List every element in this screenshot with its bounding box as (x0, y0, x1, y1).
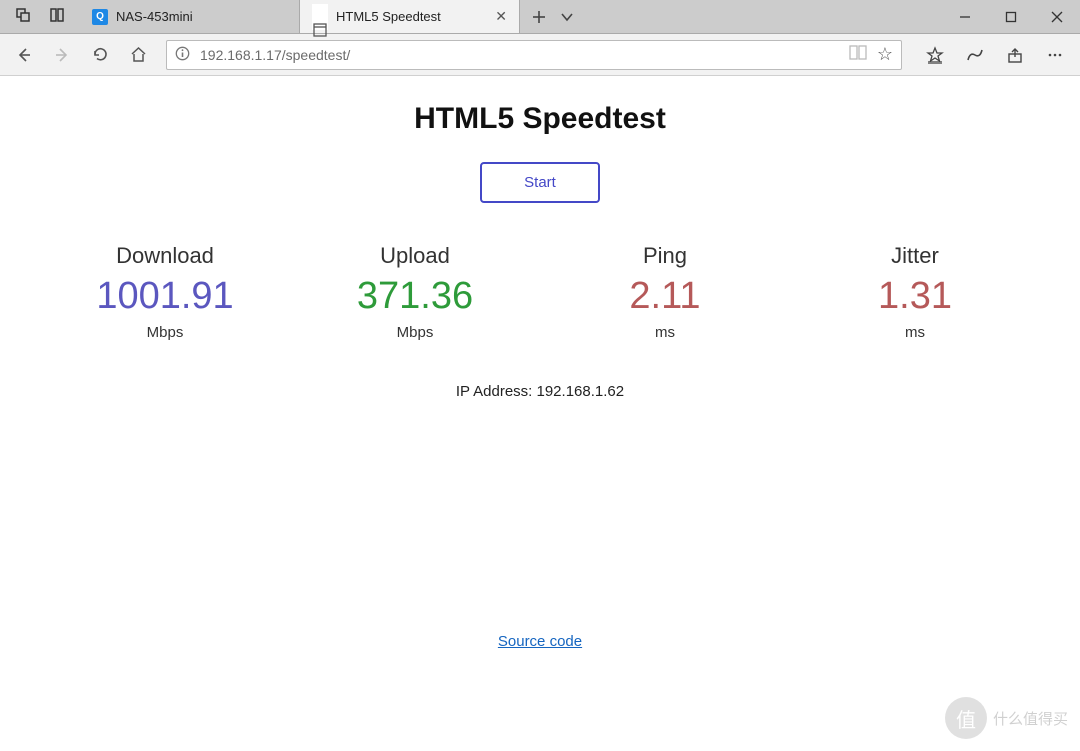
metric-label: Download (40, 243, 290, 269)
ip-address-line: IP Address: 192.168.1.62 (0, 383, 1080, 400)
tab-nas[interactable]: Q NAS-453mini (80, 0, 300, 33)
tab-label: NAS-453mini (116, 9, 287, 24)
metric-label: Upload (290, 243, 540, 269)
refresh-button[interactable] (84, 39, 116, 71)
titlebar-spacer (586, 0, 942, 33)
minimize-button[interactable] (942, 0, 988, 33)
ip-value: 192.168.1.62 (537, 383, 625, 400)
metric-download: Download 1001.91 Mbps (40, 243, 290, 341)
reading-view-icon[interactable] (849, 45, 867, 65)
url-text: 192.168.1.17/speedtest/ (200, 47, 839, 63)
metric-value: 2.11 (540, 275, 790, 318)
tab-actions-icon[interactable] (16, 8, 30, 25)
page-title: HTML5 Speedtest (0, 102, 1080, 136)
metric-unit: Mbps (40, 324, 290, 341)
site-info-icon[interactable] (175, 46, 190, 64)
window-controls (942, 0, 1080, 33)
metric-unit: Mbps (290, 324, 540, 341)
forward-button[interactable] (46, 39, 78, 71)
metric-value: 1.31 (790, 275, 1040, 318)
watermark-icon: 值 (945, 697, 987, 739)
tab-action-buttons (520, 0, 586, 33)
watermark-text: 什么值得买 (993, 708, 1068, 729)
more-icon[interactable] (1038, 39, 1072, 71)
maximize-button[interactable] (988, 0, 1034, 33)
page-icon (312, 4, 328, 30)
metric-label: Jitter (790, 243, 1040, 269)
page-content: HTML5 Speedtest Start Download 1001.91 M… (0, 76, 1080, 751)
watermark: 值 什么值得买 (945, 697, 1068, 739)
tab-speedtest[interactable]: HTML5 Speedtest ✕ (300, 0, 520, 33)
new-tab-icon[interactable] (532, 10, 546, 24)
favorites-icon[interactable] (918, 39, 952, 71)
tab-menu-chevron-icon[interactable] (560, 10, 574, 24)
metrics-row: Download 1001.91 Mbps Upload 371.36 Mbps… (0, 243, 1080, 341)
close-tab-icon[interactable]: ✕ (495, 8, 507, 25)
favorite-star-icon[interactable]: ☆ (877, 44, 893, 65)
share-icon[interactable] (998, 39, 1032, 71)
tab-label: HTML5 Speedtest (336, 9, 487, 24)
metric-label: Ping (540, 243, 790, 269)
metric-jitter: Jitter 1.31 ms (790, 243, 1040, 341)
ip-label: IP Address: (456, 383, 537, 400)
qnap-icon: Q (92, 9, 108, 25)
metric-unit: ms (540, 324, 790, 341)
close-window-button[interactable] (1034, 0, 1080, 33)
metric-ping: Ping 2.11 ms (540, 243, 790, 341)
notes-icon[interactable] (958, 39, 992, 71)
source-code-link[interactable]: Source code (498, 633, 582, 650)
window-titlebar: Q NAS-453mini HTML5 Speedtest ✕ (0, 0, 1080, 34)
metric-unit: ms (790, 324, 1040, 341)
back-button[interactable] (8, 39, 40, 71)
source-code-link-wrap: Source code (0, 633, 1080, 651)
url-input[interactable]: 192.168.1.17/speedtest/ ☆ (166, 40, 902, 70)
start-button[interactable]: Start (480, 162, 600, 203)
address-bar: 192.168.1.17/speedtest/ ☆ (0, 34, 1080, 76)
set-aside-tabs-icon[interactable] (50, 8, 64, 25)
home-button[interactable] (122, 39, 154, 71)
metric-value: 1001.91 (40, 275, 290, 318)
toolbar-buttons (914, 39, 1072, 71)
metric-upload: Upload 371.36 Mbps (290, 243, 540, 341)
metric-value: 371.36 (290, 275, 540, 318)
tab-preview-buttons[interactable] (0, 0, 80, 33)
